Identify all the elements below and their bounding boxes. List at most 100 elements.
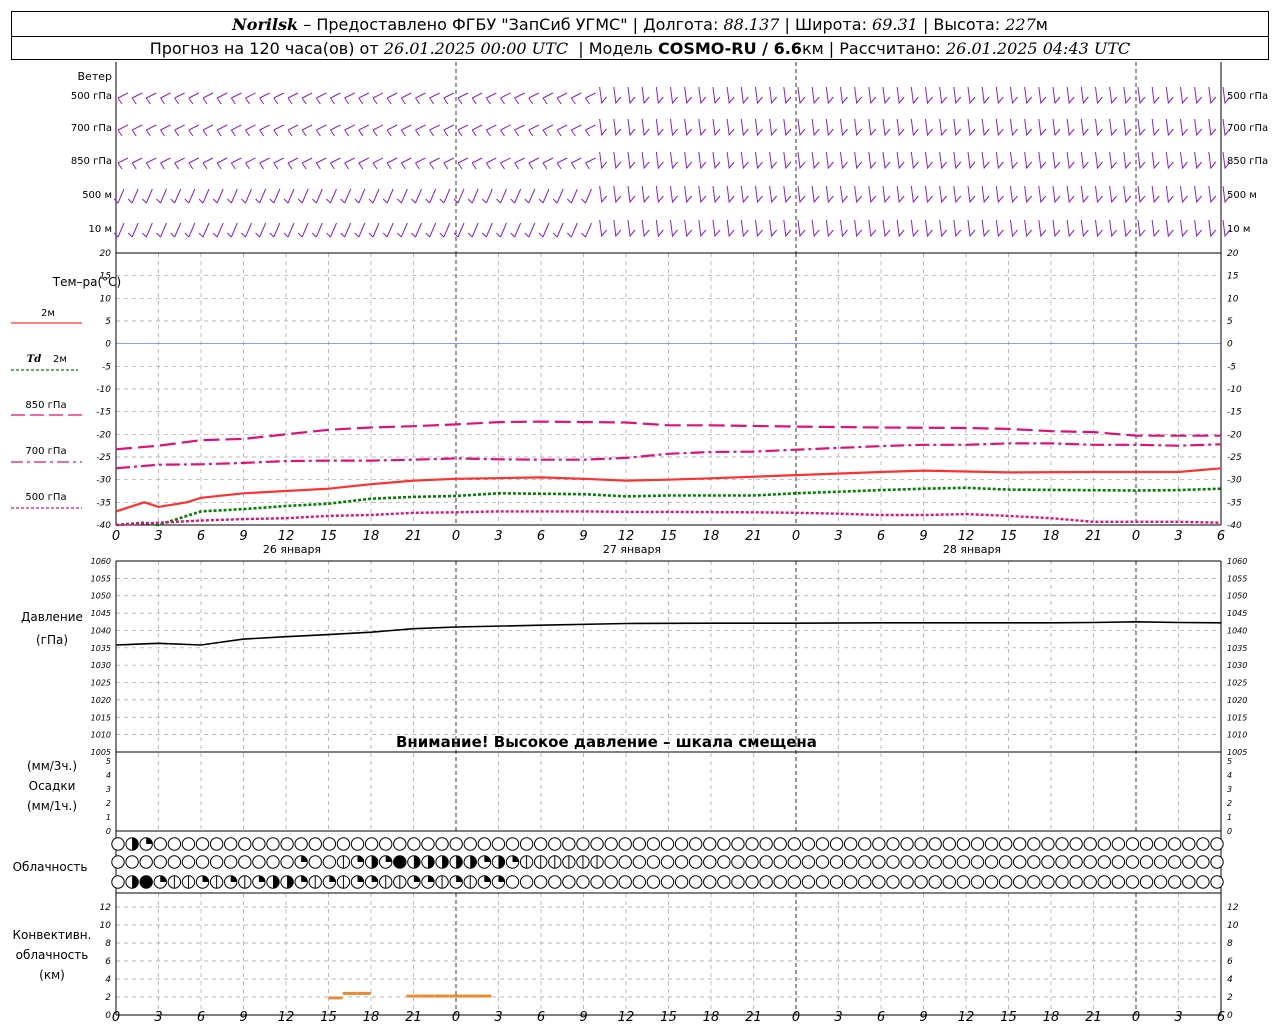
wind-barb <box>117 92 129 105</box>
wind-barb <box>1180 151 1188 170</box>
wind-barb <box>599 151 608 170</box>
precip-axis-label: Осадки <box>29 779 76 793</box>
cloud-circle <box>463 837 477 851</box>
x-tick-label-bottom: 6 <box>1217 1010 1225 1024</box>
cloud-circle <box>1125 837 1140 851</box>
cloud-circle <box>1153 855 1168 869</box>
precip-unit-1h: (мм/1ч.) <box>27 799 77 813</box>
wind-level-label-left: 700 гПа <box>71 123 112 134</box>
cloud-fill <box>427 875 435 882</box>
cloud-circle <box>280 837 294 851</box>
temp-tick-left: 10 <box>100 294 112 304</box>
wind-barb <box>1165 86 1174 105</box>
wind-barb <box>1109 219 1118 238</box>
wind-barb <box>230 92 242 105</box>
meteogram-chart: Ветер Тем–ра(°C) 2м Td 2м 850 гПа 700 гП… <box>11 62 1268 1024</box>
cloud-circle <box>491 837 506 851</box>
x-tick-label-bottom: 0 <box>792 1010 800 1024</box>
cloud-fill <box>139 875 153 889</box>
wind-barb <box>315 124 327 137</box>
wind-barb <box>769 86 778 105</box>
cloud-circle <box>209 837 224 851</box>
wind-level-label-left: 500 гПа <box>71 91 112 102</box>
cloud-circle <box>801 837 816 851</box>
wind-barb <box>925 151 933 170</box>
wind-barb <box>783 151 792 170</box>
wind-barb <box>160 92 171 105</box>
wind-barb <box>1095 151 1103 170</box>
wind-barb <box>131 92 143 105</box>
wind-barb <box>825 185 834 204</box>
wind-barb <box>467 188 479 204</box>
wind-barb <box>910 185 919 204</box>
cloud-circle <box>745 875 759 889</box>
x-tick-label: 21 <box>745 529 762 544</box>
wind-barb <box>655 118 664 137</box>
wind-barb <box>500 124 511 137</box>
cloud-circle <box>139 855 153 869</box>
wind-barb <box>698 118 707 137</box>
cloud-circle <box>1125 875 1140 889</box>
x-tick-label-bottom: 21 <box>745 1010 762 1024</box>
cloud-circle <box>956 837 971 851</box>
x-tick-label-bottom: 3 <box>834 1010 842 1024</box>
cloud-circle <box>787 875 802 889</box>
wind-barb <box>896 118 905 137</box>
wind-barb <box>840 151 848 170</box>
cloud-circle <box>1069 875 1083 889</box>
pressure-tick-right: 1025 <box>1227 679 1247 688</box>
wind-barb <box>1109 185 1118 204</box>
cloud-circle <box>1013 837 1027 851</box>
wind-barb <box>1024 151 1033 170</box>
cloud-circle <box>858 837 872 851</box>
wind-barb <box>226 222 238 238</box>
cloud-circle <box>449 837 463 851</box>
cloud-circle <box>956 855 971 869</box>
cloud-fill <box>132 837 139 851</box>
wind-barb <box>202 157 214 170</box>
cloud-circle <box>421 837 435 851</box>
wind-barb <box>825 151 834 170</box>
wind-barb <box>1109 151 1118 170</box>
wind-barb <box>1010 151 1018 170</box>
cloud-circle <box>872 855 886 869</box>
x-tick-label-bottom: 3 <box>1174 1010 1182 1024</box>
wind-barb <box>684 86 693 105</box>
precip-tick-right: 5 <box>1227 757 1232 766</box>
wind-barb <box>443 124 455 137</box>
cloud-circle <box>759 837 773 851</box>
temp-tick-left: -40 <box>96 521 111 531</box>
cloud-circle <box>1097 875 1111 889</box>
wind-barb <box>740 86 749 105</box>
wind-barb <box>995 151 1004 170</box>
wind-barb <box>570 124 582 137</box>
cloud-circle <box>815 837 830 851</box>
wind-barb <box>882 185 891 204</box>
precip-tick-left: 0 <box>106 827 111 836</box>
x-tick-label-bottom: 6 <box>537 1010 545 1024</box>
cloud-circle <box>618 875 632 889</box>
wind-barb <box>783 185 792 204</box>
wind-barb <box>981 219 990 238</box>
wind-barb <box>712 185 721 204</box>
wind-barb <box>939 86 948 105</box>
wind-barb <box>230 157 242 170</box>
wind-barb <box>202 124 214 137</box>
pressure-warning: Внимание! Высокое давление – шкала смеще… <box>396 733 817 751</box>
wind-barb <box>1038 118 1047 137</box>
wind-barb <box>170 222 182 238</box>
wind-barb <box>896 219 905 238</box>
cloud-circle <box>632 855 647 869</box>
cloud-fill <box>498 875 505 882</box>
cloud-circle <box>477 837 492 851</box>
x-tick-label-bottom: 0 <box>1132 1010 1140 1024</box>
cloud-circle <box>872 875 886 889</box>
pressure-unit-label: (гПа) <box>36 633 68 647</box>
cloud-circle <box>153 837 167 851</box>
wind-barb <box>255 222 267 238</box>
pressure-tick-right: 1045 <box>1227 609 1247 618</box>
cloud-circle <box>195 837 210 851</box>
wind-barb <box>712 86 721 105</box>
wind-barb <box>471 157 483 170</box>
pressure-tick-left: 1030 <box>91 661 111 670</box>
